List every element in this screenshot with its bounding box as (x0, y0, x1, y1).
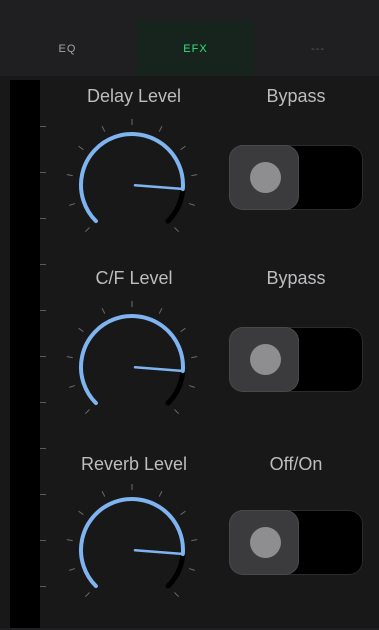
knob-tick (191, 356, 198, 359)
knob-tick (158, 490, 163, 497)
knob-pointer (133, 365, 184, 373)
delay-bypass-label: Bypass (266, 86, 326, 106)
scale-tick (40, 126, 46, 127)
scale-tick (40, 310, 46, 311)
knob-tick (180, 327, 186, 333)
knob-tick (174, 227, 180, 233)
scale-tick (40, 448, 46, 449)
knob-tick (78, 327, 84, 333)
delay-level-knob[interactable] (54, 105, 214, 265)
knob-tick (101, 307, 106, 314)
scale-tick (40, 172, 46, 173)
scale-tick (40, 264, 46, 265)
knob-tick (66, 356, 73, 359)
knob-tick (174, 409, 180, 415)
knob-tick (101, 490, 106, 497)
toggle-thumb (229, 145, 299, 210)
knob-tick (78, 510, 84, 516)
scale-tick (40, 586, 46, 587)
knob-tick (188, 385, 195, 388)
cf-level-label: C/F Level (95, 268, 173, 288)
knob-tick (188, 203, 195, 206)
knob-tick (191, 174, 198, 177)
knob-pointer (133, 548, 184, 556)
knob-tick (188, 568, 195, 571)
scale-tick (40, 356, 46, 357)
scale-tick (40, 540, 46, 541)
knob-track (165, 368, 186, 406)
level-meter-strip (10, 80, 40, 628)
cf-level-knob[interactable] (54, 287, 214, 447)
scale-tick (40, 402, 46, 403)
knob-tick (158, 125, 163, 132)
knob-tick (84, 592, 90, 598)
knob-pointer (133, 183, 184, 191)
knob-tick (69, 385, 76, 388)
knob-tick (78, 145, 84, 151)
knob-tick (69, 203, 76, 206)
knob-tick (191, 539, 198, 542)
knob-tick (66, 174, 73, 177)
reverb-onoff-label: Off/On (269, 454, 323, 474)
knob-tick (174, 592, 180, 598)
knob-tick (101, 125, 106, 132)
knob-value-arc (79, 314, 185, 406)
reverb-level-knob[interactable] (54, 470, 214, 630)
knob-tick (158, 307, 163, 314)
knob-value-arc (79, 497, 185, 589)
tab-empty[interactable]: --- (283, 20, 353, 78)
knob-tick (180, 145, 186, 151)
toggle-dot (250, 162, 281, 193)
toggle-dot (250, 527, 281, 558)
knob-tick (180, 510, 186, 516)
tab-bar: EQ EFX --- (0, 0, 379, 78)
knob-tick (66, 539, 73, 542)
reverb-onoff-toggle[interactable] (229, 510, 363, 575)
delay-level-label: Delay Level (86, 86, 182, 106)
knob-tick (84, 227, 90, 233)
knob-tick (84, 409, 90, 415)
knob-track (165, 551, 186, 589)
knob-value-arc (79, 132, 185, 224)
cf-bypass-label: Bypass (266, 268, 326, 288)
toggle-thumb (229, 510, 299, 575)
delay-bypass-toggle[interactable] (229, 145, 363, 210)
cf-bypass-toggle[interactable] (229, 327, 363, 392)
knob-track (165, 186, 186, 224)
toggle-dot (250, 344, 281, 375)
scale-tick (40, 494, 46, 495)
scale-tick (40, 218, 46, 219)
toggle-thumb (229, 327, 299, 392)
knob-tick (69, 568, 76, 571)
tab-eq[interactable]: EQ (25, 20, 110, 78)
tab-efx[interactable]: EFX (137, 20, 254, 78)
